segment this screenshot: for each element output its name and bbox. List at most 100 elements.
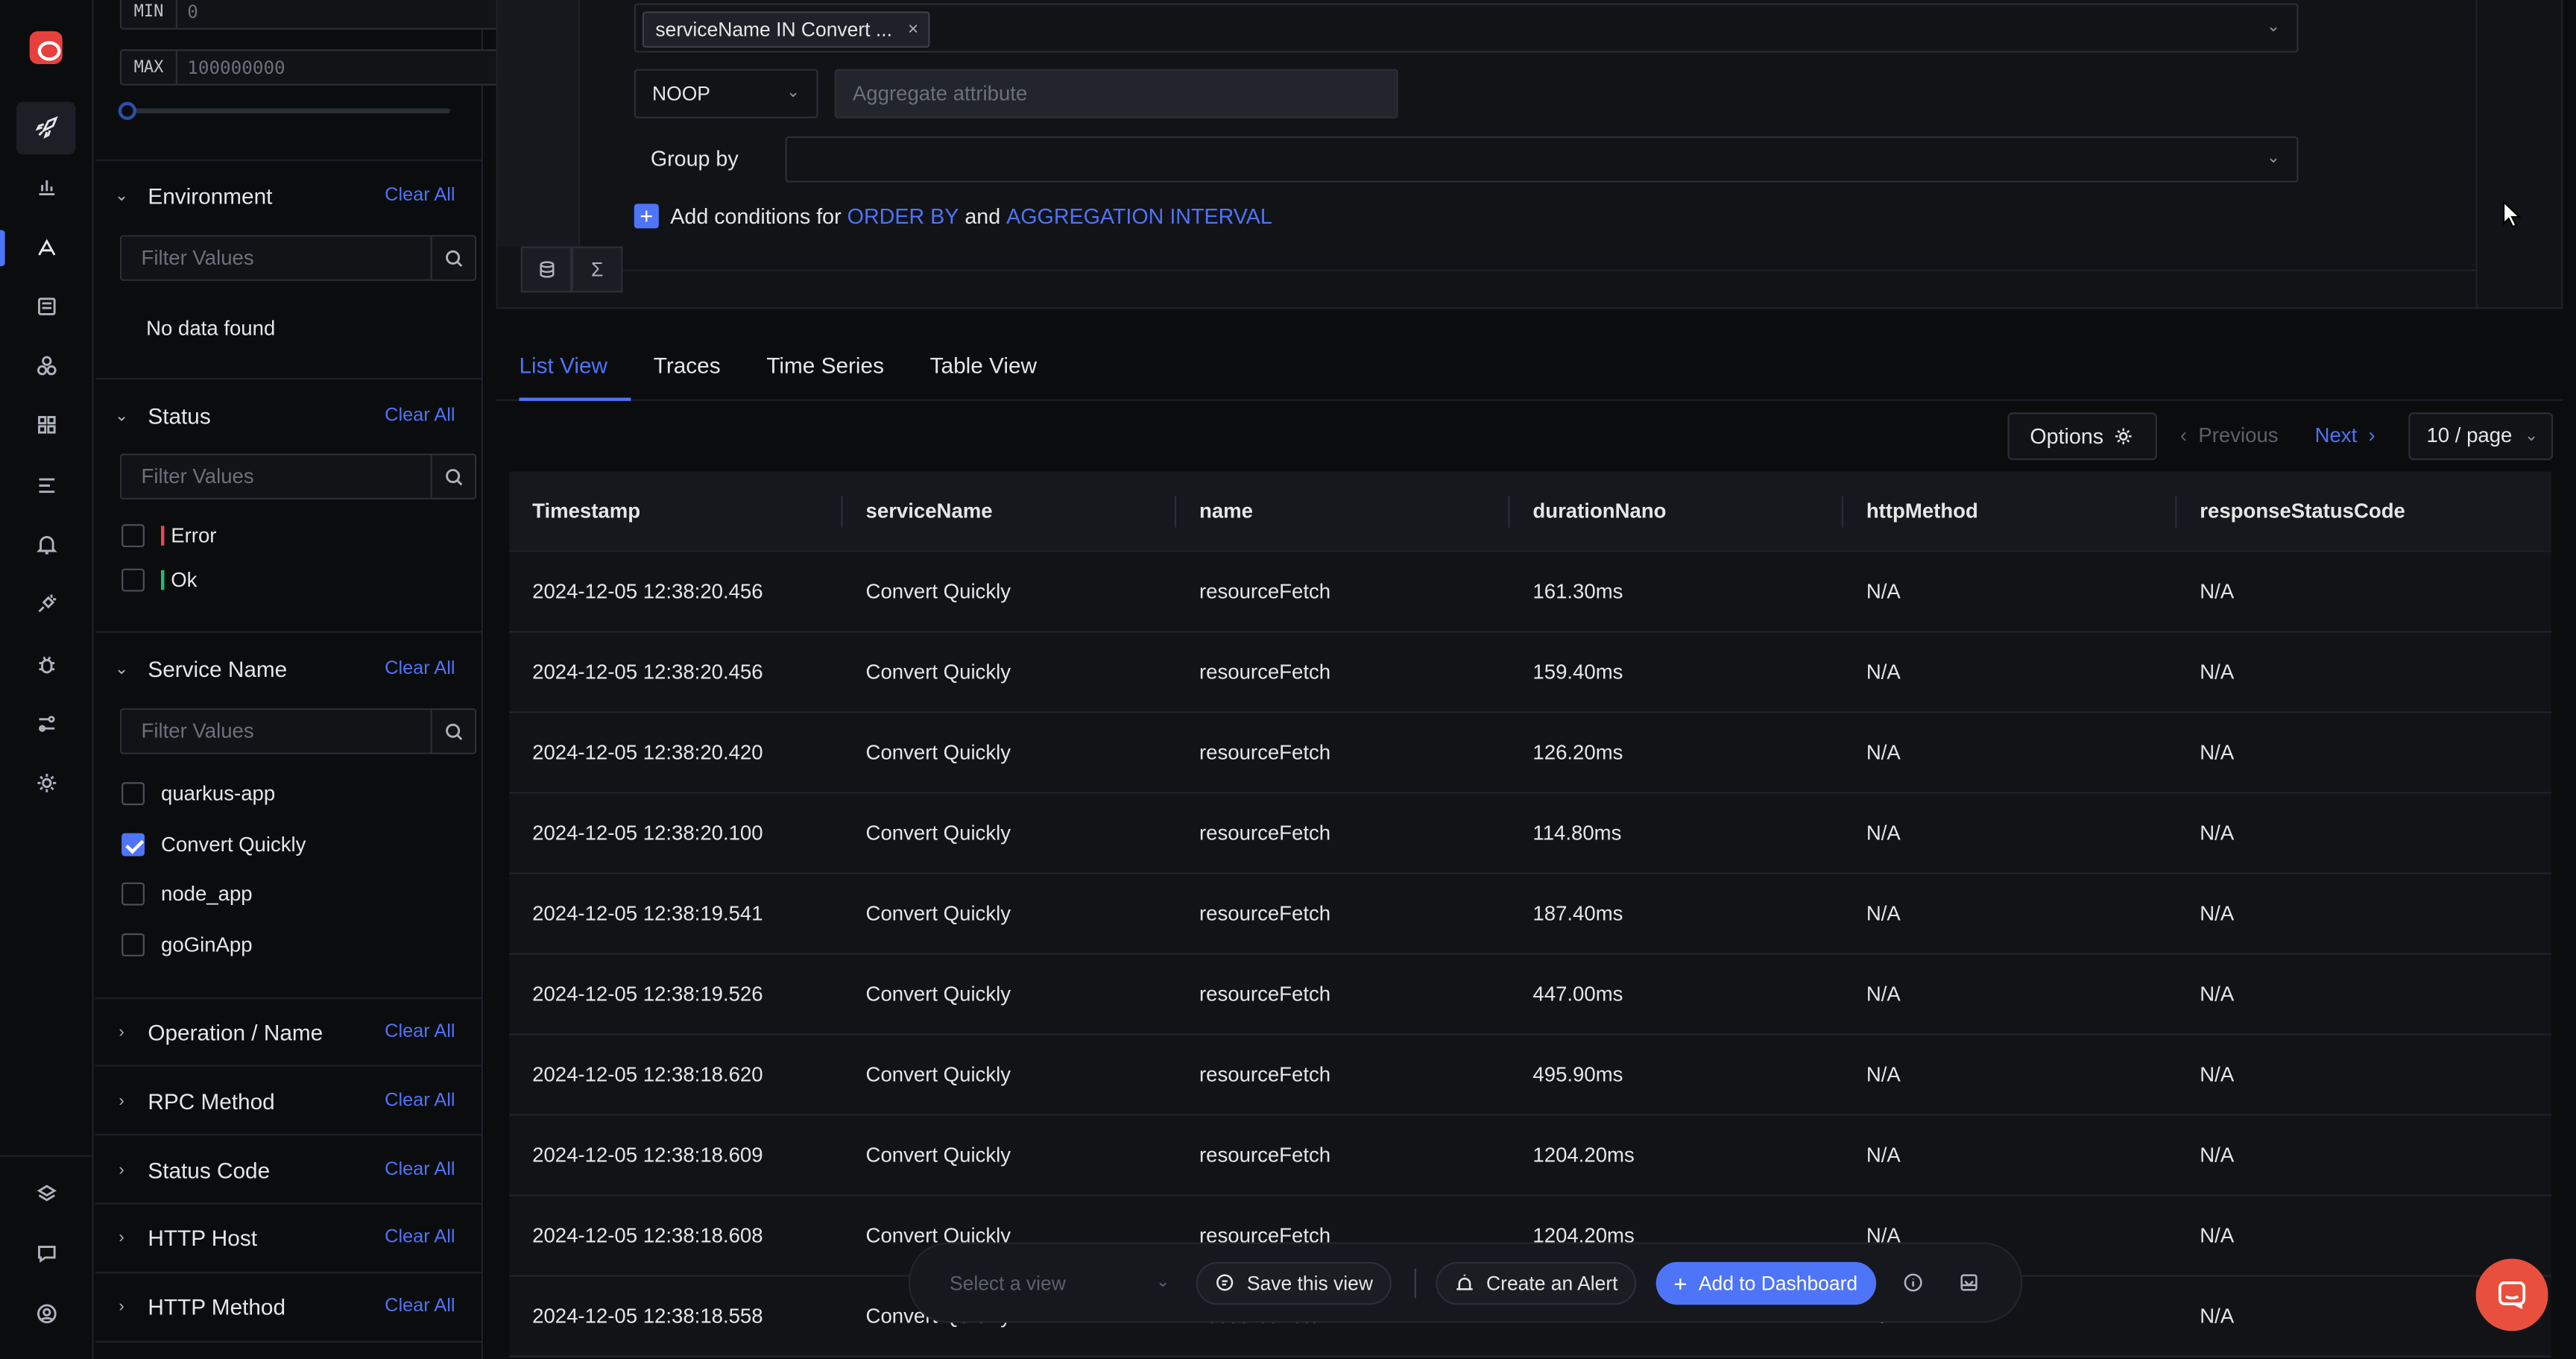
- tab-table-view[interactable]: Table View: [907, 337, 1060, 400]
- table-row[interactable]: 2024-12-05 12:38:18.609 Convert Quickly …: [509, 1115, 2551, 1196]
- service-name-filter-input[interactable]: Filter Values: [119, 708, 431, 754]
- service-option-quarkus-app[interactable]: quarkus-app: [121, 779, 275, 809]
- search-icon[interactable]: [430, 453, 477, 500]
- http-method-section-header[interactable]: › HTTP Method Clear All: [95, 1287, 483, 1326]
- max-value[interactable]: 100000000: [177, 57, 506, 78]
- chevron-down-icon[interactable]: ⌄: [95, 186, 148, 204]
- min-value[interactable]: 0: [177, 1, 506, 22]
- section-clear-all[interactable]: Clear All: [385, 1228, 483, 1247]
- group-by-select[interactable]: ⌄: [785, 136, 2299, 183]
- status-clear-all[interactable]: Clear All: [385, 406, 483, 425]
- environment-filter-search[interactable]: Filter Values: [119, 235, 477, 281]
- status-option-error[interactable]: Error: [121, 521, 216, 551]
- table-row[interactable]: 2024-12-05 12:38:20.420 Convert Quickly …: [509, 713, 2551, 794]
- duration-slider[interactable]: [118, 101, 450, 120]
- support-chat-button[interactable]: [2475, 1258, 2548, 1331]
- feedback-chat-icon[interactable]: [30, 1237, 63, 1270]
- chevron-right-icon[interactable]: ›: [95, 1229, 148, 1246]
- column-header-name[interactable]: name: [1176, 472, 1510, 551]
- aggregate-operator-select[interactable]: NOOP ⌄: [634, 69, 818, 119]
- duration-min-field[interactable]: MIN 0 ms: [119, 0, 551, 30]
- select-view-dropdown[interactable]: Select a view ⌄: [930, 1260, 1177, 1306]
- traces-icon[interactable]: [30, 232, 63, 265]
- table-row[interactable]: 2024-12-05 12:38:18.620 Convert Quickly …: [509, 1035, 2551, 1116]
- duration-max-field[interactable]: MAX 100000000 ms: [119, 49, 551, 86]
- checkbox[interactable]: [121, 933, 145, 956]
- table-row[interactable]: 2024-12-05 12:38:20.456 Convert Quickly …: [509, 632, 2551, 713]
- service-name-section-header[interactable]: ⌄ Service Name Clear All: [95, 649, 483, 689]
- order-by-link[interactable]: ORDER BY: [847, 204, 959, 228]
- checkbox-checked[interactable]: [121, 833, 145, 857]
- environment-section-header[interactable]: ⌄ Environment Clear All: [95, 176, 483, 215]
- where-clause-input[interactable]: serviceName IN Convert ... × ⌄: [634, 3, 2299, 53]
- tab-list-view[interactable]: List View: [496, 337, 631, 401]
- dashboards-icon[interactable]: [30, 409, 63, 442]
- signoz-logo-icon[interactable]: [29, 31, 63, 64]
- next-page-button[interactable]: Next ›: [2315, 424, 2375, 447]
- export-icon[interactable]: [1951, 1264, 1987, 1300]
- slider-handle[interactable]: [118, 101, 136, 120]
- database-icon[interactable]: [520, 246, 572, 293]
- status-option-ok[interactable]: Ok: [121, 565, 197, 595]
- tab-time-series[interactable]: Time Series: [743, 337, 906, 400]
- column-header-responsestatuscode[interactable]: responseStatusCode: [2176, 472, 2551, 551]
- add-to-dashboard-button[interactable]: + Add to Dashboard: [1655, 1261, 1876, 1305]
- logs-icon[interactable]: [30, 291, 63, 324]
- settings-gear-icon[interactable]: [30, 767, 63, 800]
- rocket-icon[interactable]: [30, 112, 63, 145]
- status-filter-input[interactable]: Filter Values: [119, 453, 431, 500]
- chevron-down-icon[interactable]: ⌄: [95, 660, 148, 678]
- table-row[interactable]: 2024-12-05 12:38:20.100 Convert Quickly …: [509, 793, 2551, 874]
- list-icon[interactable]: [30, 470, 63, 502]
- page-size-select[interactable]: 10 / page ⌄: [2408, 412, 2554, 461]
- filter-tag[interactable]: serviceName IN Convert ... ×: [642, 11, 930, 48]
- chevron-down-icon[interactable]: ⌄: [2267, 18, 2280, 36]
- http-host-section-header[interactable]: › HTTP Host Clear All: [95, 1217, 483, 1257]
- service-name-clear-all[interactable]: Clear All: [385, 659, 483, 678]
- exceptions-bug-icon[interactable]: [30, 649, 63, 682]
- section-clear-all[interactable]: Clear All: [385, 1022, 483, 1041]
- plus-icon[interactable]: +: [634, 204, 659, 229]
- close-icon[interactable]: ×: [908, 13, 918, 46]
- table-row[interactable]: 2024-12-05 12:38:19.526 Convert Quickly …: [509, 954, 2551, 1035]
- checkbox[interactable]: [121, 568, 145, 592]
- section-clear-all[interactable]: Clear All: [385, 1296, 483, 1316]
- layers-icon[interactable]: [30, 1178, 63, 1211]
- table-row[interactable]: 2024-12-05 12:38:20.456 Convert Quickly …: [509, 552, 2551, 633]
- section-clear-all[interactable]: Clear All: [385, 1160, 483, 1179]
- search-icon[interactable]: [430, 708, 477, 754]
- chevron-right-icon[interactable]: ›: [95, 1092, 148, 1110]
- search-icon[interactable]: [430, 235, 477, 281]
- status-filter-search[interactable]: Filter Values: [119, 453, 477, 500]
- checkbox[interactable]: [121, 524, 145, 548]
- options-button[interactable]: Options: [2007, 412, 2157, 461]
- chevron-right-icon[interactable]: ›: [95, 1297, 148, 1315]
- services-icon[interactable]: [30, 350, 63, 383]
- table-row[interactable]: 2024-12-05 12:38:19.541 Convert Quickly …: [509, 874, 2551, 955]
- checkbox[interactable]: [121, 782, 145, 806]
- environment-filter-input[interactable]: Filter Values: [119, 235, 431, 281]
- user-profile-icon[interactable]: [30, 1298, 63, 1331]
- operation-name-section-header[interactable]: › Operation / Name Clear All: [95, 1012, 483, 1052]
- integrations-plug-icon[interactable]: [30, 588, 63, 621]
- column-header-httpmethod[interactable]: httpMethod: [1843, 472, 2177, 551]
- pipelines-icon[interactable]: [30, 708, 63, 741]
- previous-page-button[interactable]: ‹ Previous: [2180, 424, 2279, 447]
- service-option-node-app[interactable]: node_app: [121, 879, 253, 909]
- alerts-bell-icon[interactable]: [30, 529, 63, 562]
- create-alert-button[interactable]: Create an Alert: [1435, 1261, 1636, 1305]
- chevron-right-icon[interactable]: ›: [95, 1161, 148, 1179]
- column-header-servicename[interactable]: serviceName: [843, 472, 1177, 551]
- bar-chart-icon[interactable]: [30, 171, 63, 204]
- section-clear-all[interactable]: Clear All: [385, 1091, 483, 1111]
- service-option-convert-quickly[interactable]: Convert Quickly: [121, 830, 306, 860]
- chevron-right-icon[interactable]: ›: [95, 1023, 148, 1041]
- checkbox[interactable]: [121, 882, 145, 906]
- column-header-durationnano[interactable]: durationNano: [1510, 472, 1843, 551]
- rpc-method-section-header[interactable]: › RPC Method Clear All: [95, 1081, 483, 1120]
- chevron-down-icon[interactable]: ⌄: [95, 407, 148, 425]
- column-header-timestamp[interactable]: Timestamp: [509, 472, 843, 551]
- environment-clear-all[interactable]: Clear All: [385, 186, 483, 205]
- service-name-filter-search[interactable]: Filter Values: [119, 708, 477, 754]
- sigma-formula-icon[interactable]: Σ: [572, 246, 623, 293]
